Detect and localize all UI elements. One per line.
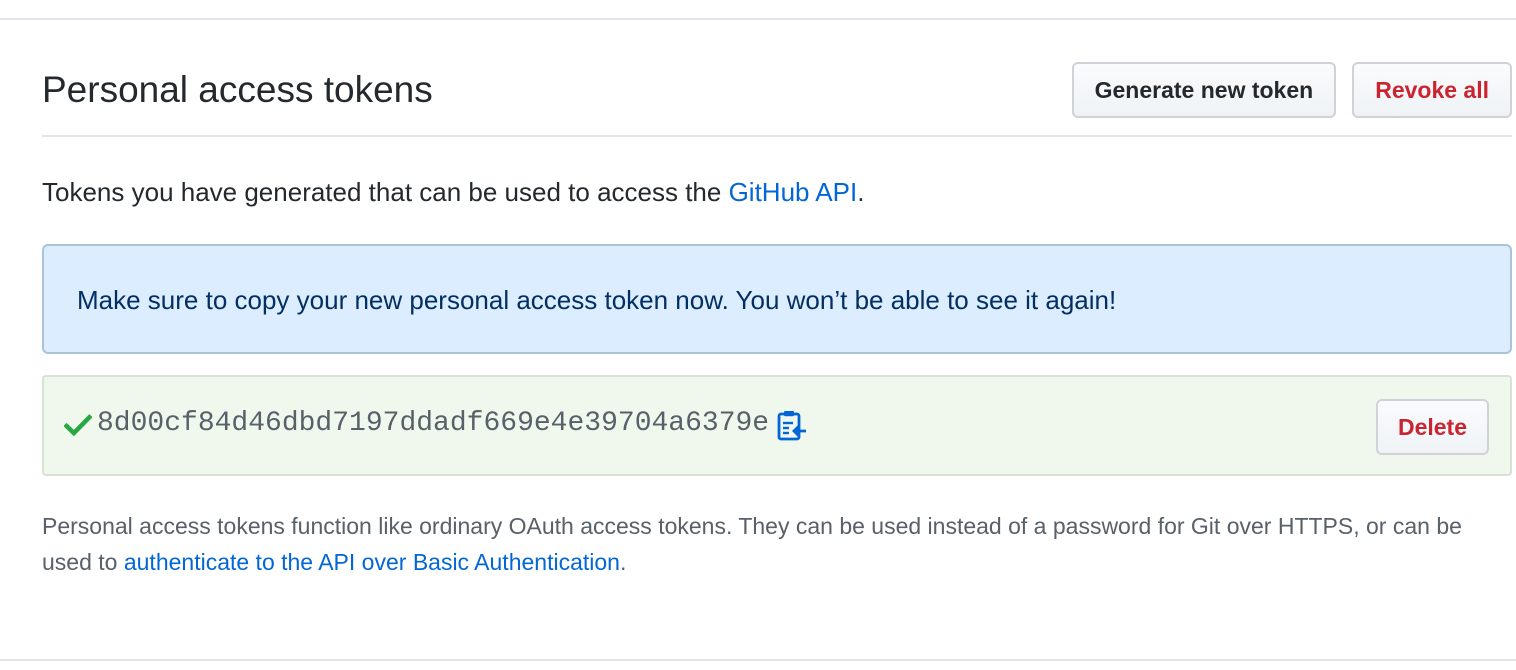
intro-text-suffix: . — [857, 177, 865, 207]
basic-auth-link[interactable]: authenticate to the API over Basic Authe… — [124, 549, 620, 575]
github-api-link[interactable]: GitHub API — [729, 177, 858, 207]
header-actions: Generate new token Revoke all — [1071, 62, 1512, 118]
top-divider — [0, 18, 1516, 20]
bottom-divider — [0, 659, 1516, 661]
title-divider — [42, 135, 1512, 137]
delete-token-button[interactable]: Delete — [1375, 399, 1489, 455]
revoke-all-button[interactable]: Revoke all — [1352, 62, 1512, 118]
token-row: 8d00cf84d46dbd7197ddadf669e4e39704a6379e… — [42, 375, 1512, 476]
flash-message: Make sure to copy your new personal acce… — [77, 285, 1117, 315]
check-icon — [64, 414, 92, 437]
generate-new-token-button[interactable]: Generate new token — [1071, 62, 1337, 118]
flash-notice: Make sure to copy your new personal acce… — [42, 244, 1512, 354]
page-title: Personal access tokens — [42, 69, 433, 110]
clipboard-icon[interactable] — [775, 409, 807, 441]
token-note: Personal access tokens function like ord… — [42, 508, 1502, 580]
token-note-suffix: . — [619, 549, 627, 575]
intro-text: Tokens you have generated that can be us… — [42, 174, 864, 210]
intro-text-body: Tokens you have generated that can be us… — [42, 177, 729, 207]
token-value: 8d00cf84d46dbd7197ddadf669e4e39704a6379e — [97, 408, 770, 439]
